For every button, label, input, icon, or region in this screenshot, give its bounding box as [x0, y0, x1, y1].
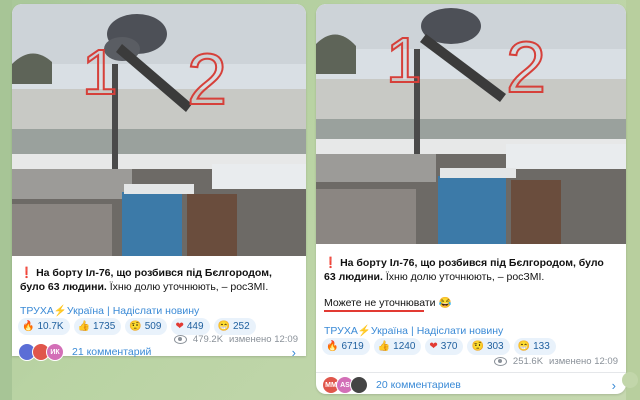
thumbs-up-icon: 👍: [377, 340, 391, 352]
post-meta: 251.6K изменено 12:09: [493, 356, 618, 367]
caption-rest: Їхню долю уточнюють, – росЗМІ.: [382, 271, 545, 283]
reaction-grimace[interactable]: 🤨 303: [467, 338, 510, 355]
thumbs-up-icon: 👍: [77, 320, 91, 332]
channel-link[interactable]: ТРУХА⚡Україна: [20, 305, 104, 317]
edited-time: изменено 12:09: [549, 356, 618, 367]
reaction-count: 133: [533, 341, 550, 352]
post-links: ТРУХА⚡Україна | Надіслати новину: [20, 304, 199, 317]
post-caption: ❗ На борту Іл-76, що розбився під Бєлгоро…: [324, 256, 618, 284]
reaction-grimace[interactable]: 🤨 509: [125, 318, 168, 335]
right-panel-edge: [626, 0, 640, 400]
reaction-count: 509: [144, 321, 162, 332]
reaction-count: 1240: [393, 341, 416, 352]
suggest-news-link[interactable]: Надіслати новину: [417, 325, 504, 337]
views-count: 251.6K: [512, 356, 544, 367]
svg-text:1: 1: [386, 24, 422, 96]
reaction-heart[interactable]: ❤ 449: [171, 318, 210, 335]
reaction-count: 6719: [341, 341, 364, 352]
reaction-count: 449: [186, 321, 204, 332]
heart-icon: ❤: [429, 340, 438, 352]
reaction-thumbs-up[interactable]: 👍 1735: [73, 318, 122, 335]
reaction-count: 252: [232, 321, 250, 332]
chevron-right-icon[interactable]: ›: [292, 345, 296, 360]
left-panel-edge: [0, 0, 12, 400]
message-right: 1 2 ❗ На борту Іл-76, що розбився під Бєл…: [316, 4, 626, 394]
post-photo[interactable]: 1 2: [316, 4, 626, 244]
eye-icon: [173, 335, 187, 344]
comments-bar[interactable]: MM AS 20 комментариев ›: [316, 372, 626, 397]
suggest-news-link[interactable]: Надіслати новину: [113, 305, 200, 317]
comments-bar[interactable]: ИК 21 комментарий ›: [12, 343, 306, 361]
post-photo[interactable]: 1 2: [12, 4, 306, 256]
grin-face-icon: 😁: [217, 320, 230, 332]
reaction-fire[interactable]: 🔥 6719: [322, 338, 370, 355]
grin-face-icon: 😁: [517, 340, 531, 352]
fire-icon: 🔥: [22, 320, 35, 332]
reactions-row: 🔥 10.7K 👍 1735 🤨 509 ❤ 449 😁 252: [18, 318, 256, 335]
reaction-count: 303: [486, 341, 504, 352]
grimace-face-icon: 🤨: [129, 320, 142, 332]
comments-count[interactable]: 21 комментарий: [72, 346, 151, 358]
svg-text:1: 1: [82, 36, 118, 108]
reaction-heart[interactable]: ❤ 370: [425, 338, 464, 355]
reaction-count: 370: [440, 341, 458, 352]
share-button[interactable]: [622, 372, 638, 388]
commenter-avatars: ИК: [18, 343, 64, 361]
reaction-grin[interactable]: 😁 133: [513, 338, 556, 355]
post-links: ТРУХА⚡Україна | Надіслати новину: [324, 324, 503, 337]
exclamation-icon: ❗: [20, 267, 34, 279]
channel-link[interactable]: ТРУХА⚡Україна: [324, 325, 408, 337]
added-comment: Можете не уточнювати 😂: [324, 297, 452, 309]
photo-scene: 1 2: [316, 4, 626, 244]
svg-text:2: 2: [187, 40, 227, 120]
reaction-fire[interactable]: 🔥 10.7K: [18, 318, 70, 335]
message-left: 1 2 ❗ На борту Іл-76, що розбився під Бєл…: [12, 4, 306, 361]
grimace-face-icon: 🤨: [471, 340, 484, 352]
comments-count[interactable]: 20 комментариев: [376, 379, 461, 391]
eye-icon: [493, 357, 507, 366]
chevron-right-icon[interactable]: ›: [612, 378, 616, 393]
separator: |: [106, 305, 110, 317]
caption-rest: Їхню долю уточнюють, – росЗМІ.: [106, 281, 269, 293]
reactions-row: 🔥 6719 👍 1240 ❤ 370 🤨 303 😁 133: [322, 338, 556, 355]
reaction-grin[interactable]: 😁 252: [213, 318, 256, 335]
separator: |: [410, 325, 414, 337]
avatar: ИК: [46, 343, 64, 361]
photo-scene: 1 2: [12, 4, 306, 256]
avatar: [350, 376, 368, 394]
commenter-avatars: MM AS: [322, 376, 368, 394]
post-caption: ❗ На борту Іл-76, що розбився під Бєлгоро…: [20, 266, 298, 294]
reaction-count: 1735: [93, 321, 116, 332]
reaction-count: 10.7K: [37, 321, 64, 332]
reaction-thumbs-up[interactable]: 👍 1240: [373, 338, 422, 355]
heart-icon: ❤: [175, 320, 184, 332]
exclamation-icon: ❗: [324, 257, 338, 269]
red-underline: [324, 310, 424, 312]
svg-text:2: 2: [506, 28, 546, 108]
fire-icon: 🔥: [326, 340, 339, 352]
